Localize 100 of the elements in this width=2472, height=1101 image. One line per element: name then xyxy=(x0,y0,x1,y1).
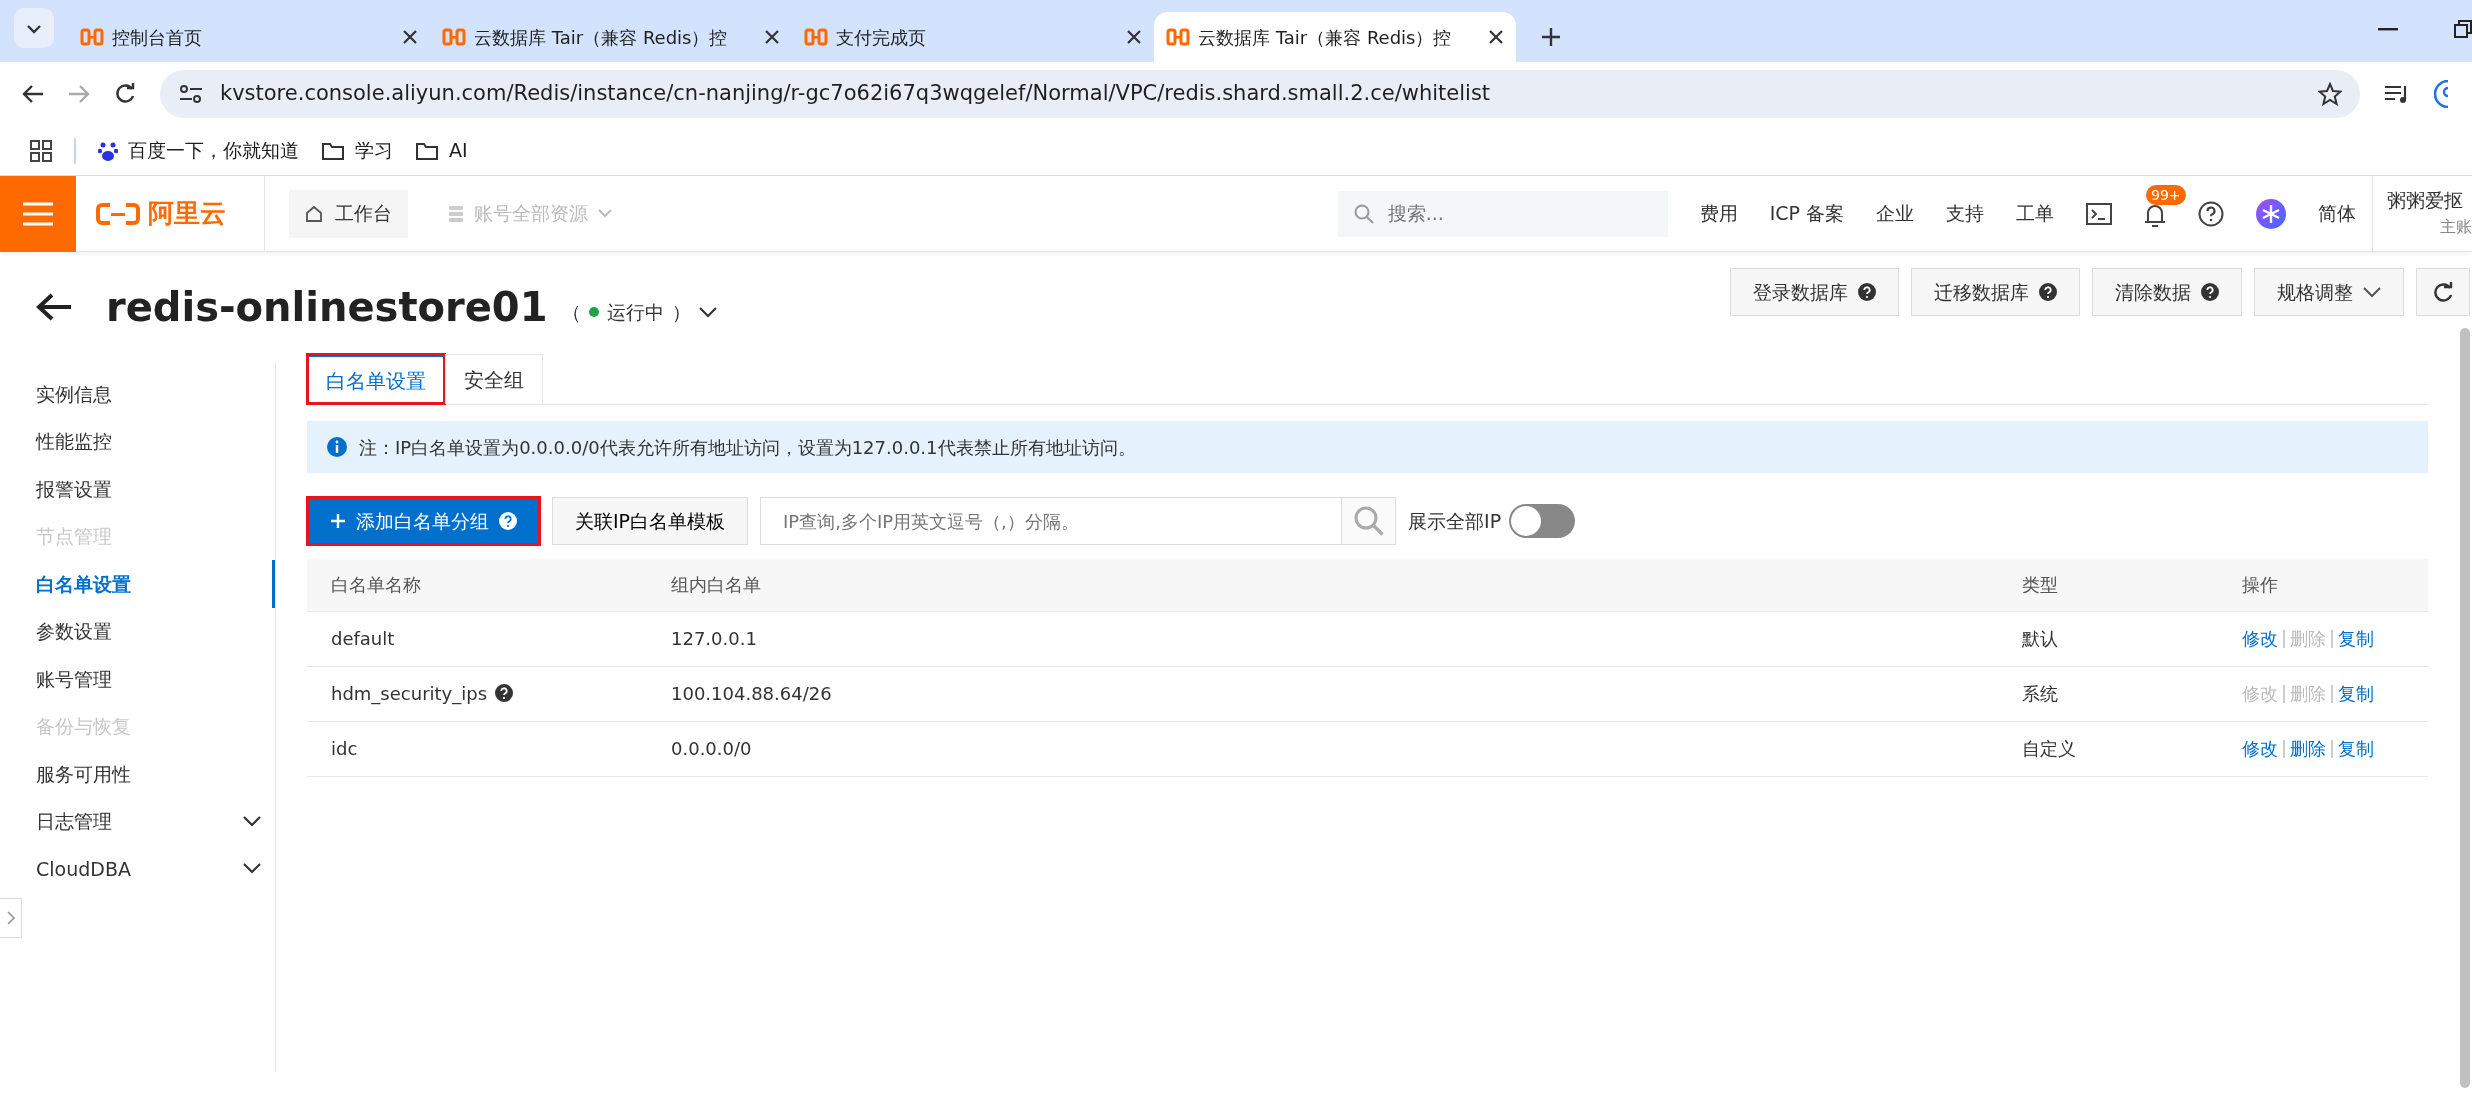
favicon-icon xyxy=(1166,26,1190,48)
sidebar-item[interactable]: 白名单设置 xyxy=(0,560,275,608)
action-dropdown[interactable]: 规格调整 xyxy=(2254,268,2404,316)
restore-icon[interactable] xyxy=(2454,20,2472,38)
tab-list-button[interactable] xyxy=(14,8,54,48)
bookmark[interactable]: AI xyxy=(415,136,468,165)
bookmark[interactable]: 学习 xyxy=(321,136,393,165)
folder-icon xyxy=(321,140,345,161)
browser-tab[interactable]: 支付完成页 xyxy=(792,12,1154,62)
refresh-button[interactable] xyxy=(2416,268,2470,316)
status-text: 运行中 xyxy=(606,299,664,325)
home-icon xyxy=(305,204,323,223)
favicon-icon xyxy=(442,26,466,48)
chevron-right-icon xyxy=(6,911,15,925)
profile-icon[interactable] xyxy=(2434,80,2448,108)
chevron-down-icon xyxy=(598,209,612,218)
minimize-icon[interactable] xyxy=(2378,28,2398,32)
chevron-down-icon[interactable] xyxy=(698,306,717,318)
column-header: 白名单名称 xyxy=(307,559,647,611)
address-bar[interactable]: kvstore.console.aliyun.com/Redis/instance/cn-nanjing/r-gc7o62i67q3wqgelef/Normal/VPC/redis.shard.small.2.ce/whitelist xyxy=(160,70,2360,118)
plus-icon xyxy=(330,513,346,529)
table-cell: idc xyxy=(307,721,647,776)
browser-tab[interactable]: 云数据库 Tair（兼容 Redis）控 xyxy=(430,12,792,62)
toggle-switch[interactable] xyxy=(1509,504,1576,538)
favicon-icon xyxy=(80,26,104,48)
sidebar-item[interactable]: 参数设置 xyxy=(0,607,275,655)
close-icon[interactable] xyxy=(1126,29,1142,45)
tab[interactable]: 白名单设置 xyxy=(307,354,445,404)
favicon-icon xyxy=(804,26,828,48)
bookmark[interactable]: 百度一下，你就知道 xyxy=(98,136,299,165)
parenthesis: ） xyxy=(671,299,691,325)
search-icon xyxy=(1353,203,1374,224)
chevron-down-icon xyxy=(243,815,261,827)
chevron-down-icon xyxy=(26,24,42,35)
action-link[interactable]: 删除 xyxy=(2290,735,2326,762)
sidebar-item[interactable]: CloudDBA xyxy=(0,845,275,893)
sidebar-item[interactable]: 性能监控 xyxy=(0,417,275,465)
action-link[interactable]: 复制 xyxy=(2338,625,2374,652)
star-icon[interactable] xyxy=(2318,82,2342,106)
header-link[interactable]: 支持 xyxy=(1930,199,2000,228)
refresh-icon xyxy=(2433,282,2453,302)
sidebar-item[interactable]: 账号管理 xyxy=(0,655,275,703)
help-icon xyxy=(2201,283,2219,301)
help-icon[interactable] xyxy=(2198,200,2224,227)
back-arrow-icon[interactable] xyxy=(36,292,72,322)
header-link[interactable]: 企业 xyxy=(1860,199,1930,228)
apps-icon[interactable] xyxy=(30,139,52,162)
toggle-label: 展示全部IP xyxy=(1408,508,1502,534)
table-cell: 0.0.0.0/0 xyxy=(647,721,1998,776)
sidebar-item[interactable]: 日志管理 xyxy=(0,797,275,845)
notification-count-badge: 99+ xyxy=(2146,185,2186,206)
status-dot-icon xyxy=(588,307,599,317)
chevron-down-icon xyxy=(2363,286,2381,298)
instance-name: redis-onlinestore01 xyxy=(106,283,548,332)
new-tab-icon[interactable] xyxy=(1540,26,1562,48)
close-icon[interactable] xyxy=(402,29,418,45)
template-button[interactable]: 关联IP白名单模板 xyxy=(552,497,749,545)
sidebar-item[interactable]: 实例信息 xyxy=(0,370,275,418)
action-link[interactable]: 修改 xyxy=(2242,625,2278,652)
user-name[interactable]: 粥粥爱抠 xyxy=(2387,186,2463,215)
header-link[interactable]: 费用 xyxy=(1683,199,1754,228)
table-cell: 默认 xyxy=(1998,611,2218,666)
language-link[interactable]: 简体 xyxy=(2302,199,2372,228)
add-group-button[interactable]: 添加白名单分组 xyxy=(307,497,540,545)
close-icon[interactable] xyxy=(764,29,780,45)
folder-icon xyxy=(415,140,439,161)
help-icon xyxy=(499,512,517,530)
workbench-button[interactable]: 工作台 xyxy=(289,189,408,238)
whitelist-name: hdm_security_ips xyxy=(331,683,488,704)
browser-tab[interactable]: 云数据库 Tair（兼容 Redis）控 xyxy=(1154,12,1516,62)
search-field[interactable]: 搜索... xyxy=(1337,190,1668,237)
ai-assistant-icon[interactable] xyxy=(2256,198,2286,229)
terminal-icon[interactable] xyxy=(2086,202,2112,225)
menu-button[interactable] xyxy=(0,175,76,252)
header-link[interactable]: ICP 备案 xyxy=(1753,199,1860,228)
action-link[interactable]: 复制 xyxy=(2338,735,2374,762)
chevron-down-icon xyxy=(243,863,261,875)
action-link[interactable]: 修改 xyxy=(2242,735,2278,762)
parenthesis: （ xyxy=(561,299,581,325)
close-icon[interactable] xyxy=(1488,29,1504,45)
action-link[interactable]: 复制 xyxy=(2338,680,2374,707)
reload-icon[interactable] xyxy=(114,83,136,105)
column-header: 组内白名单 xyxy=(647,559,1998,611)
header-link[interactable]: 工单 xyxy=(2000,199,2070,228)
sidebar-item[interactable]: 服务可用性 xyxy=(0,750,275,798)
collapse-handle[interactable] xyxy=(0,898,22,938)
action-button[interactable]: 登录数据库 xyxy=(1730,268,1899,316)
table-cell: 100.104.88.64/26 xyxy=(647,666,1998,721)
back-icon[interactable] xyxy=(22,84,44,104)
sidebar-item[interactable]: 报警设置 xyxy=(0,465,275,513)
search-input[interactable]: 搜索... xyxy=(1385,198,1646,229)
action-button[interactable]: 迁移数据库 xyxy=(1911,268,2080,316)
column-header: 类型 xyxy=(1998,559,2218,611)
action-button[interactable]: 清除数据 xyxy=(2092,268,2242,316)
tab[interactable]: 安全组 xyxy=(445,354,543,404)
scrollbar-thumb[interactable] xyxy=(2460,328,2470,1088)
logo-text: 阿里云 xyxy=(148,197,226,230)
notice-text: 注：IP白名单设置为0.0.0.0/0代表允许所有地址访问，设置为127.0.0.1代表禁止所有地址访问。 xyxy=(359,435,1136,460)
browser-tab[interactable]: 控制台首页 xyxy=(68,12,430,62)
table-cell: 系统 xyxy=(1998,666,2218,721)
